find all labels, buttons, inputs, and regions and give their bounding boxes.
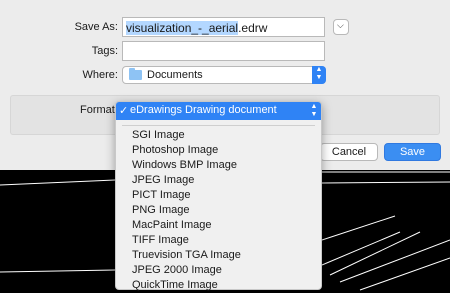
expand-dialog-button[interactable]: ⌵ <box>333 19 349 35</box>
format-menu-item[interactable]: TIFF Image <box>132 233 241 248</box>
format-menu-item[interactable]: PICT Image <box>132 188 241 203</box>
save-as-label: Save As: <box>74 21 118 33</box>
updown-chevrons-icon: ▲ ▼ <box>312 66 326 84</box>
filename-selection: visualization_-_aerial <box>126 21 239 35</box>
format-menu-item[interactable]: Truevision TGA Image <box>132 248 241 263</box>
format-menu-selected-item[interactable]: ✓ eDrawings Drawing document ▲ ▼ <box>116 102 321 120</box>
tags-label: Tags: <box>91 45 118 57</box>
format-menu-item[interactable]: PNG Image <box>132 203 241 218</box>
where-popup[interactable]: Documents ▲ ▼ <box>122 66 326 84</box>
format-dropdown-menu: ✓ eDrawings Drawing document ▲ ▼ SGI Imag… <box>115 101 322 293</box>
filename-text: visualization_-_aerial.edrw <box>126 21 267 35</box>
chevron-down-icon: ⌵ <box>337 20 344 30</box>
folder-icon <box>129 68 142 80</box>
updown-chevrons-icon: ▲ ▼ <box>310 103 318 118</box>
format-label: Format: <box>80 104 118 116</box>
filename-input[interactable]: visualization_-_aerial.edrw <box>122 17 325 37</box>
format-menu-item[interactable]: JPEG Image <box>132 173 241 188</box>
format-menu-list: SGI Image Photoshop Image Windows BMP Im… <box>132 128 241 293</box>
tags-input[interactable] <box>122 41 325 61</box>
where-label: Where: <box>82 69 118 81</box>
format-menu-selected-label: eDrawings Drawing document <box>130 104 277 116</box>
cancel-button[interactable]: Cancel <box>320 143 378 161</box>
format-menu-item[interactable]: Photoshop Image <box>132 143 241 158</box>
where-value: Documents <box>147 69 203 81</box>
format-menu-item[interactable]: JPEG 2000 Image <box>132 263 241 278</box>
format-menu-item[interactable]: MacPaint Image <box>132 218 241 233</box>
menu-separator <box>122 125 315 126</box>
format-menu-item[interactable]: QuickTime Image <box>132 278 241 293</box>
checkmark-icon: ✓ <box>119 105 129 117</box>
format-menu-item[interactable]: SGI Image <box>132 128 241 143</box>
save-button[interactable]: Save <box>384 143 441 161</box>
filename-extension: .edrw <box>238 21 268 35</box>
format-menu-item[interactable]: Windows BMP Image <box>132 158 241 173</box>
